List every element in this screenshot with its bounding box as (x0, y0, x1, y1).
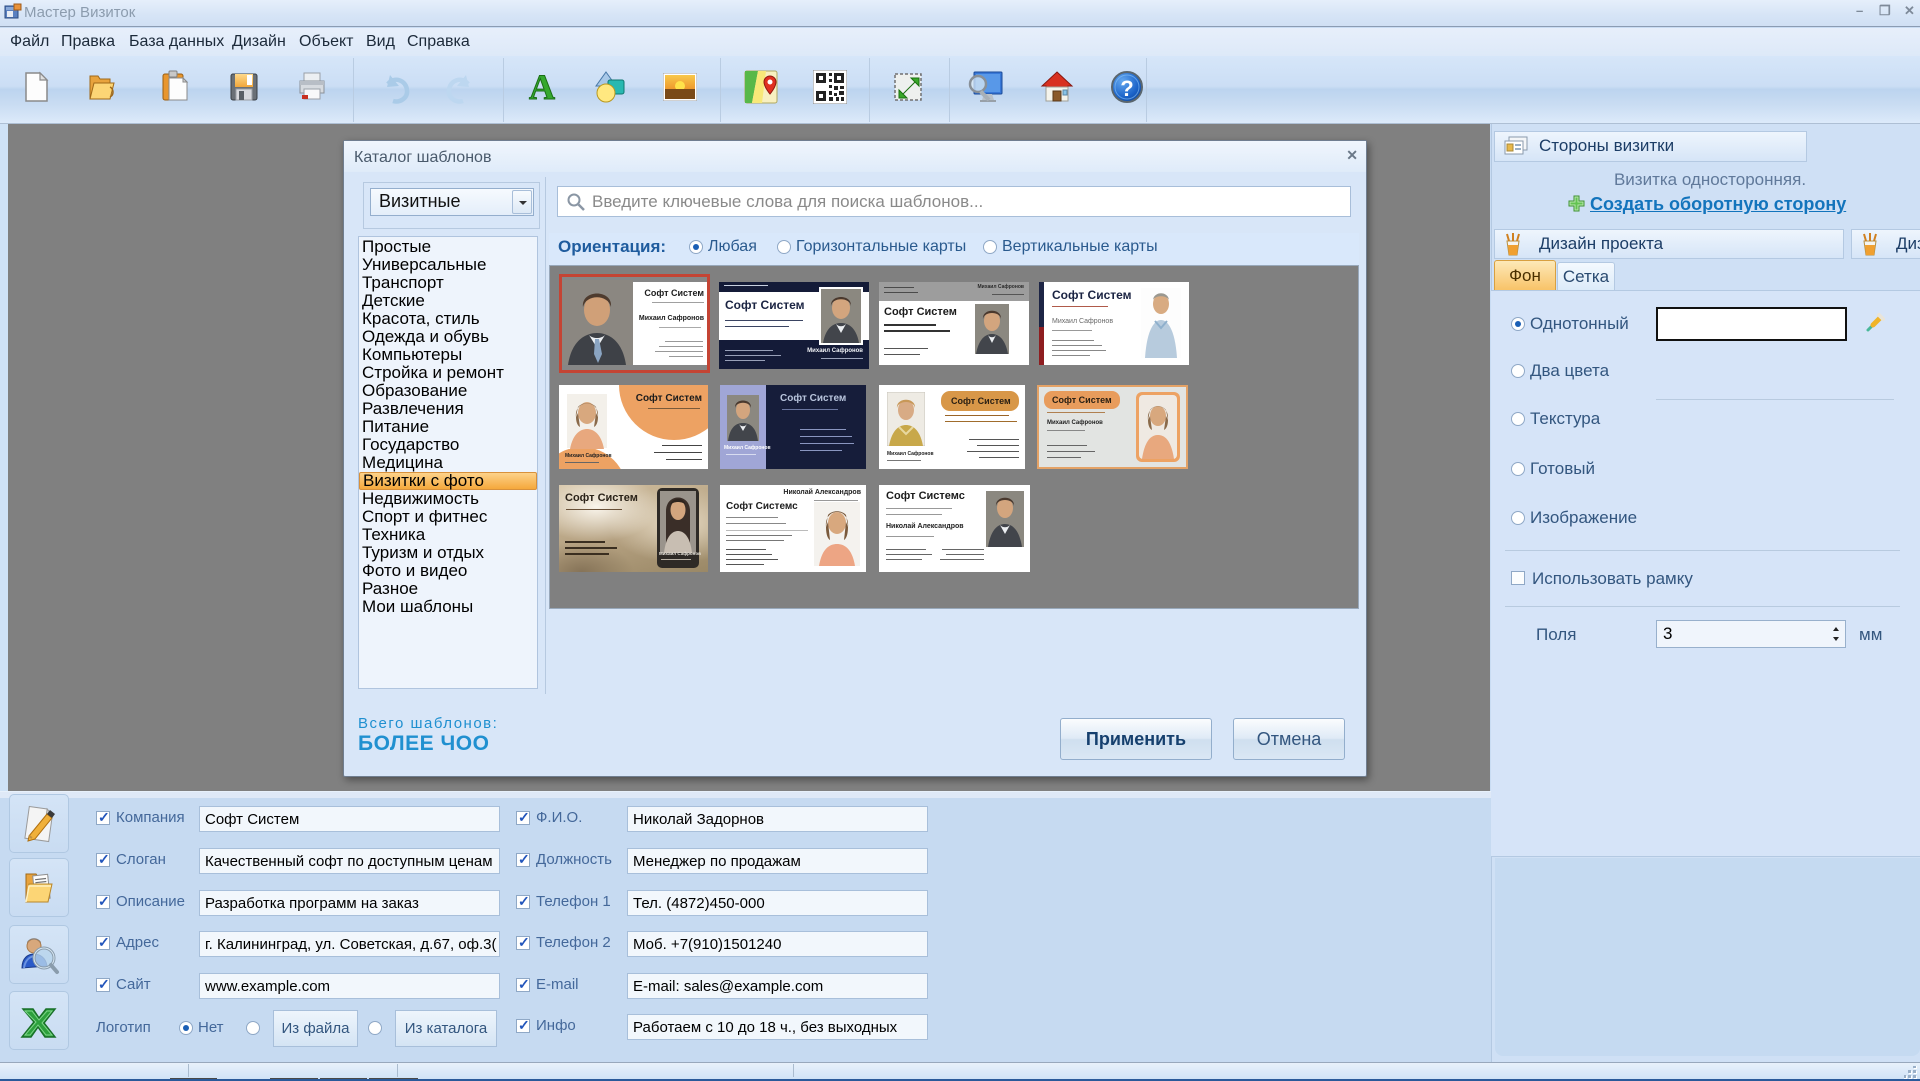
svg-text:?: ? (1120, 76, 1133, 101)
svg-text:A: A (529, 70, 555, 104)
